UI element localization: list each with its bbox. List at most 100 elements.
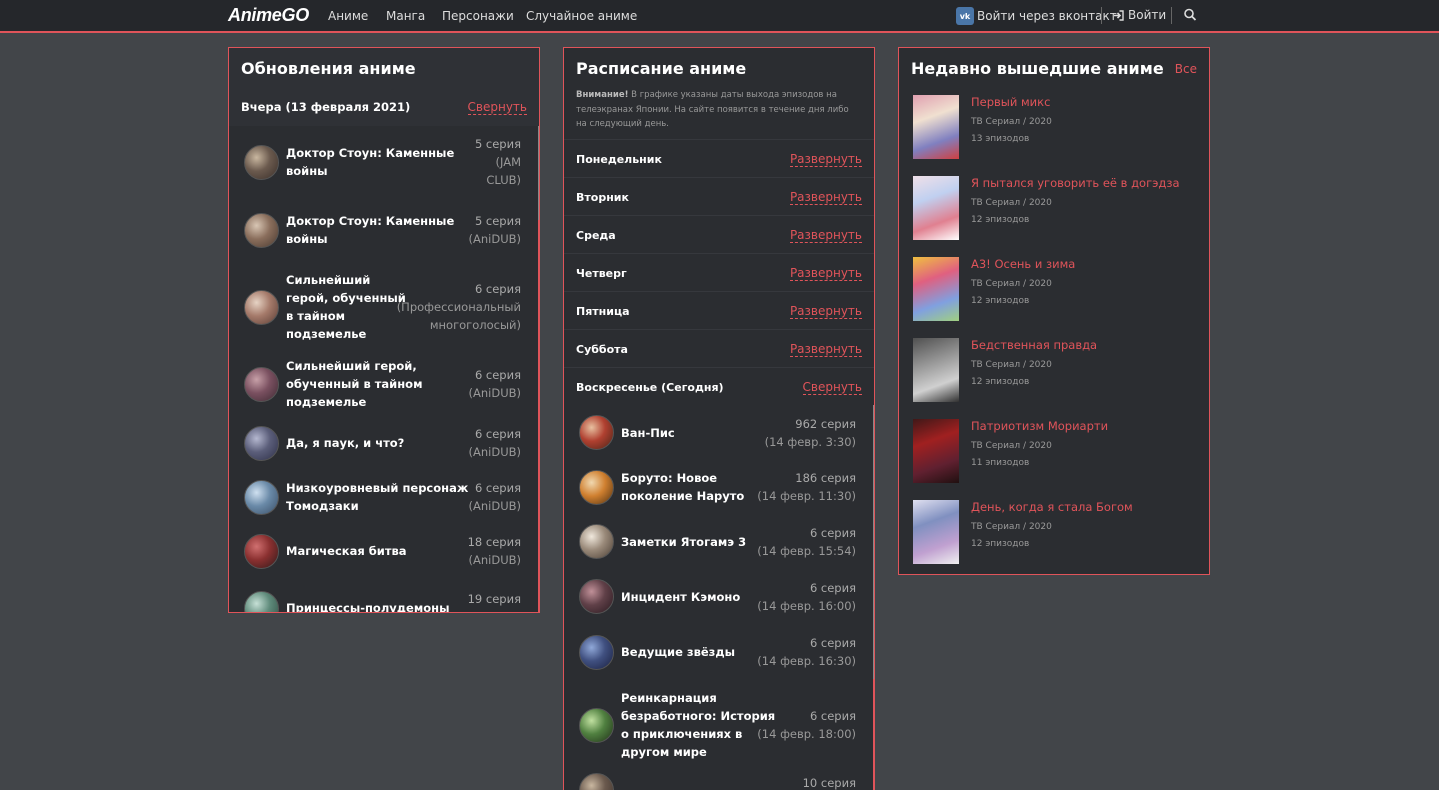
- update-title[interactable]: Да, я паук, и что?: [286, 434, 404, 452]
- recent-anime-title[interactable]: Бедственная правда: [971, 338, 1097, 352]
- expand-link[interactable]: Развернуть: [789, 152, 862, 167]
- update-item[interactable]: Магическая битва 18 серия (AniDUB): [229, 524, 537, 578]
- episode-number: 962 серия: [795, 416, 856, 431]
- schedule-episode-info: 6 серия (14 февр. 16:30): [757, 634, 856, 670]
- nav-link-random-anime[interactable]: Случайное аниме: [526, 9, 637, 23]
- episode-number: 18 серия: [467, 535, 521, 549]
- recent-anime-item[interactable]: Бедственная правда ТВ Сериал / 2020 12 эпи…: [913, 338, 1203, 402]
- recent-anime-item[interactable]: A3! Осень и зима ТВ Сериал / 2020 12 эпизо…: [913, 257, 1203, 321]
- episode-air-time: (14 февр. 15:54): [757, 543, 856, 558]
- recent-anime-item[interactable]: Первый микс ТВ Сериал / 2020 13 эпизодов: [913, 95, 1203, 159]
- nav-link-manga[interactable]: Манга: [386, 9, 425, 23]
- update-title[interactable]: Принцессы-полудемоны: [286, 599, 450, 613]
- weekday-name: Пятница: [576, 305, 630, 318]
- schedule-item[interactable]: Ведущие звёзды 6 серия (14 февр. 16:30): [564, 624, 872, 680]
- recent-anime-type: ТВ Сериал / 2020: [971, 117, 1052, 127]
- schedule-item[interactable]: Ван-Пис 962 серия (14 февр. 3:30): [564, 405, 872, 460]
- schedule-title[interactable]: Ван-Пис: [621, 424, 675, 442]
- anime-poster[interactable]: [913, 338, 959, 402]
- anime-poster[interactable]: [913, 419, 959, 483]
- episode-dub: (AniDUB): [468, 232, 522, 246]
- expand-link[interactable]: Развернуть: [789, 342, 862, 357]
- anime-poster[interactable]: [913, 500, 959, 564]
- expand-link[interactable]: Развернуть: [789, 228, 862, 243]
- schedule-title[interactable]: Реинкарнация безработного: История о прикл…: [621, 689, 775, 761]
- recent-anime-title[interactable]: Я пытался уговорить её в догэдза: [971, 176, 1180, 190]
- recent-anime-title[interactable]: Первый микс: [971, 95, 1050, 109]
- schedule-item[interactable]: Заметки Ятогамэ 3 6 серия (14 февр. 15:54): [564, 514, 872, 569]
- update-title-line: Принцессы-полудемоны: [286, 601, 450, 613]
- episode-number: 6 серия: [474, 282, 521, 296]
- schedule-title[interactable]: Инцидент Кэмоно: [621, 588, 740, 606]
- recent-anime-episodes: 11 эпизодов: [971, 458, 1030, 468]
- episode-number: 6 серия: [474, 368, 521, 382]
- site-logo[interactable]: AnimeGO: [228, 5, 309, 26]
- update-item[interactable]: Сильнейший герой, обученный в тайном подзем…: [229, 262, 537, 352]
- anime-poster[interactable]: [913, 176, 959, 240]
- anime-poster[interactable]: [913, 95, 959, 159]
- update-episode-info: 6 серия (Профессиональный многоголосый): [397, 280, 521, 334]
- schedule-item[interactable]: 10 серия: [564, 770, 872, 790]
- schedule-episode-info: 6 серия (14 февр. 18:00): [757, 707, 856, 743]
- collapse-link[interactable]: Свернуть: [802, 380, 862, 395]
- recent-anime-title[interactable]: A3! Осень и зима: [971, 257, 1075, 271]
- expand-link[interactable]: Развернуть: [789, 304, 862, 319]
- vk-login-button[interactable]: vk Войти через вконтакт: [956, 6, 1117, 26]
- update-episode-info: 5 серия (JAM CLUB): [475, 135, 521, 189]
- search-icon[interactable]: [1183, 7, 1197, 23]
- recent-anime-item[interactable]: Патриотизм Мориарти ТВ Сериал / 2020 11 эп…: [913, 419, 1203, 483]
- update-title-line: Сильнейший: [286, 273, 371, 287]
- recent-anime-title[interactable]: День, когда я стала Богом: [971, 500, 1133, 514]
- episode-air-time: (14 февр. 16:00): [757, 598, 856, 613]
- anime-schedule-panel: Расписание аниме Внимание! В графике ука…: [563, 47, 875, 790]
- update-title[interactable]: Магическая битва: [286, 542, 407, 560]
- update-episode-info: 6 серия (AniDUB): [469, 425, 522, 461]
- update-title[interactable]: Доктор Стоун: Каменные войны: [286, 144, 454, 180]
- panel-title: Недавно вышедшие аниме: [911, 59, 1164, 78]
- schedule-item[interactable]: Реинкарнация безработного: История о прикл…: [564, 680, 872, 770]
- schedule-item[interactable]: Инцидент Кэмоно 6 серия (14 февр. 16:00): [564, 569, 872, 624]
- collapse-link[interactable]: Свернуть: [467, 100, 527, 115]
- schedule-title[interactable]: Заметки Ятогамэ 3: [621, 533, 746, 551]
- update-title[interactable]: Низкоуровневый персонаж Томодзаки: [286, 479, 468, 515]
- schedule-item[interactable]: Боруто: Новое поколение Наруто 186 серия (1…: [564, 460, 872, 514]
- nav-link-characters[interactable]: Персонажи: [442, 9, 514, 23]
- update-item[interactable]: Сильнейший герой, обученный в тайном подзе…: [229, 352, 537, 416]
- scrollbar-thumb[interactable]: [873, 405, 874, 679]
- schedule-title[interactable]: Ведущие звёзды: [621, 643, 735, 661]
- update-title[interactable]: Сильнейший герой, обученный в тайном подзем…: [286, 271, 406, 343]
- update-item[interactable]: Принцессы-полудемоны 19 серия (AnimeVost): [229, 578, 537, 613]
- all-link[interactable]: Все: [1175, 62, 1197, 76]
- anime-avatar: [244, 590, 279, 612]
- anime-avatar: [244, 533, 279, 569]
- update-item[interactable]: Низкоуровневый персонаж Томодзаки 6 серия (…: [229, 470, 537, 524]
- nav-link-anime[interactable]: Аниме: [328, 9, 368, 23]
- recent-anime-panel: Недавно вышедшие аниме Все Первый микс ТВ…: [898, 47, 1210, 575]
- anime-avatar: [579, 469, 614, 505]
- weekday-name: Суббота: [576, 343, 628, 356]
- recent-anime-type: ТВ Сериал / 2020: [971, 279, 1052, 289]
- update-title[interactable]: Доктор Стоун: Каменные войны: [286, 212, 454, 248]
- update-item[interactable]: Доктор Стоун: Каменные войны 5 серия (JAM CL…: [229, 126, 537, 198]
- update-item[interactable]: Доктор Стоун: Каменные войны 5 серия (AniDU…: [229, 198, 537, 262]
- schedule-title[interactable]: Боруто: Новое поколение Наруто: [621, 469, 744, 505]
- update-episode-info: 6 серия (AniDUB): [469, 366, 522, 402]
- weekday-name: Понедельник: [576, 153, 662, 166]
- anime-avatar: [579, 772, 614, 790]
- episode-dub: (AniDUB): [468, 499, 522, 513]
- login-button[interactable]: Войти: [1113, 8, 1166, 22]
- recent-anime-item[interactable]: Я пытался уговорить её в догэдза ТВ Сериа…: [913, 176, 1203, 240]
- recent-anime-item[interactable]: День, когда я стала Богом ТВ Сериал / 202…: [913, 500, 1203, 564]
- expand-link[interactable]: Развернуть: [789, 266, 862, 281]
- update-title[interactable]: Сильнейший герой, обученный в тайном подзе…: [286, 357, 422, 411]
- recent-anime-title[interactable]: Патриотизм Мориарти: [971, 419, 1108, 433]
- update-item[interactable]: Да, я паук, и что? 6 серия (AniDUB): [229, 416, 537, 470]
- episode-dub: (AniDUB): [468, 445, 522, 459]
- schedule-episode-info: 186 серия (14 февр. 11:30): [757, 469, 856, 505]
- anime-avatar: [579, 524, 614, 559]
- expand-link[interactable]: Развернуть: [789, 190, 862, 205]
- episode-number: 6 серия: [474, 427, 521, 441]
- episode-air-time: (14 февр. 18:00): [757, 727, 856, 741]
- anime-poster[interactable]: [913, 257, 959, 321]
- scrollbar-thumb[interactable]: [538, 126, 539, 220]
